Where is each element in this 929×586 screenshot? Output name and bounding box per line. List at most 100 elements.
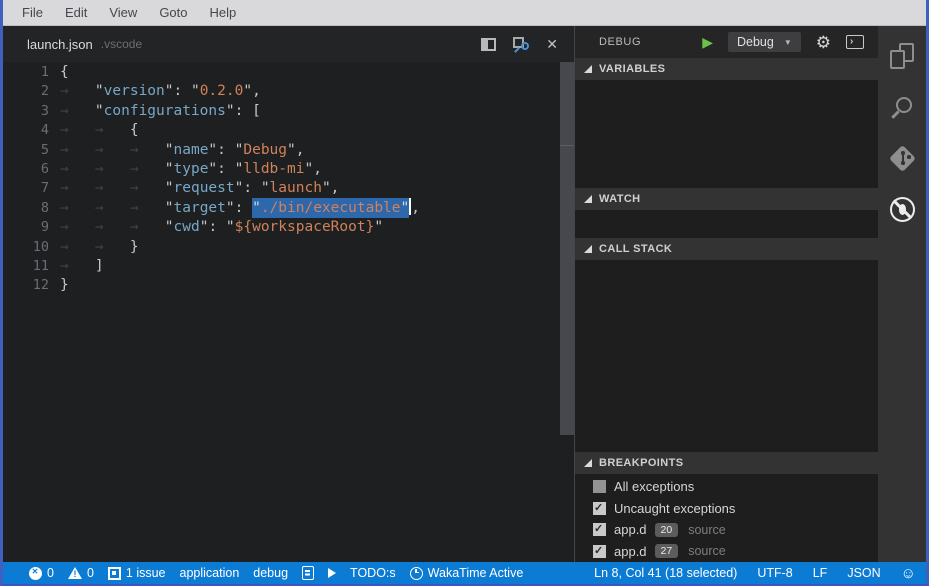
breakpoint-label: All exceptions (614, 479, 694, 494)
todo-status[interactable]: TODO:s (350, 566, 396, 580)
editor-column: launch.json .vscode ✕ 1{2→ "version": "0… (3, 26, 574, 562)
status-right: Ln 8, Col 41 (18 selected) UTF-8 LF JSON… (594, 566, 916, 581)
code-line[interactable]: 4→ → { (3, 121, 574, 140)
warning-count[interactable]: 0 (68, 566, 94, 580)
code-line[interactable]: 3→ "configurations": [ (3, 102, 574, 121)
watch-content[interactable] (575, 210, 878, 238)
section-breakpoints[interactable]: BREAKPOINTS (575, 452, 878, 474)
main-area: launch.json .vscode ✕ 1{2→ "version": "0… (3, 26, 926, 562)
tab-folder-hint: .vscode (101, 37, 142, 51)
breakpoint-row[interactable]: app.d 27 source (575, 541, 878, 563)
debug-status[interactable]: debug (253, 566, 288, 580)
section-breakpoints-label: BREAKPOINTS (599, 457, 683, 469)
code-line[interactable]: 6→ → → "type": "lldb-mi", (3, 160, 574, 179)
line-number-badge: 27 (655, 544, 679, 558)
line-number: 3 (3, 102, 49, 121)
code-line[interactable]: 1{ (3, 63, 574, 82)
debug-console-icon[interactable]: › (846, 35, 864, 49)
code-line[interactable]: 11→ ] (3, 257, 574, 276)
preview-icon[interactable] (513, 37, 529, 52)
code-line[interactable]: 9→ → → "cwd": "${workspaceRoot}" (3, 218, 574, 237)
code-line[interactable]: 2→ "version": "0.2.0", (3, 82, 574, 101)
language-mode[interactable]: JSON (847, 566, 880, 580)
line-number: 2 (3, 82, 49, 101)
split-editor-icon[interactable] (481, 38, 496, 51)
cursor-position[interactable]: Ln 8, Col 41 (18 selected) (594, 566, 737, 580)
status-left: 0 0 1 issue application debug TODO:s Wak… (29, 566, 523, 580)
status-bar: 0 0 1 issue application debug TODO:s Wak… (3, 562, 926, 584)
code-line[interactable]: 7→ → → "request": "launch", (3, 179, 574, 198)
menu-edit[interactable]: Edit (54, 5, 98, 20)
section-call-stack[interactable]: CALL STACK (575, 238, 878, 260)
run-icon[interactable] (328, 568, 336, 578)
wakatime-label: WakaTime Active (428, 566, 524, 580)
menu-help[interactable]: Help (199, 5, 248, 20)
variables-content[interactable] (575, 80, 878, 188)
breakpoint-source: source (688, 544, 726, 558)
error-icon (29, 567, 42, 580)
issues-status[interactable]: 1 issue (108, 566, 166, 580)
code-line[interactable]: 8→ → → "target": "./bin/executable", (3, 199, 574, 218)
twistie-icon (584, 459, 592, 467)
error-count-label: 0 (47, 566, 54, 580)
breakpoint-row[interactable]: app.d20source (575, 519, 878, 541)
search-icon[interactable] (889, 94, 915, 120)
application-status[interactable]: application (180, 566, 240, 580)
git-icon[interactable] (889, 145, 915, 171)
encoding-indicator[interactable]: UTF-8 (757, 566, 792, 580)
scrollbar-thumb[interactable] (560, 62, 574, 435)
twistie-icon (584, 65, 592, 73)
warning-icon (68, 567, 82, 579)
eol-indicator[interactable]: LF (813, 566, 828, 580)
breakpoint-label: Uncaught exceptions (614, 501, 735, 516)
editor-titlebar: launch.json .vscode ✕ (3, 26, 574, 62)
breakpoint-row[interactable]: Uncaught exceptions (575, 498, 878, 520)
code-line[interactable]: 12} (3, 276, 574, 295)
code-area[interactable]: 1{2→ "version": "0.2.0",3→ "configuratio… (3, 62, 574, 296)
breakpoint-row[interactable]: All exceptions (575, 476, 878, 498)
error-count[interactable]: 0 (29, 566, 54, 580)
debug-config-dropdown[interactable]: Debug ▼ (728, 32, 801, 52)
menu-goto[interactable]: Goto (148, 5, 198, 20)
line-number: 1 (3, 63, 49, 82)
editor-body[interactable]: 1{2→ "version": "0.2.0",3→ "configuratio… (3, 62, 574, 562)
notebook-icon[interactable] (302, 566, 314, 580)
debug-sidebar: DEBUG ▶ Debug ▼ ⚙ › VARIABLES WATCH (574, 26, 878, 562)
code-line[interactable]: 5→ → → "name": "Debug", (3, 141, 574, 160)
editor-scrollbar[interactable] (559, 62, 574, 562)
breakpoint-source: source (688, 523, 726, 537)
checkbox-checked[interactable] (593, 523, 606, 536)
menu-file[interactable]: File (11, 5, 54, 20)
tab-title[interactable]: launch.json (27, 37, 93, 52)
twistie-icon (584, 195, 592, 203)
start-debug-icon[interactable]: ▶ (702, 35, 713, 49)
title-actions: ✕ (481, 37, 564, 52)
wakatime-status[interactable]: WakaTime Active (410, 566, 524, 580)
clock-icon (410, 567, 423, 580)
explorer-icon[interactable] (889, 43, 915, 69)
close-icon[interactable]: ✕ (546, 37, 558, 51)
warning-count-label: 0 (87, 566, 94, 580)
line-content: → → → "name": "Debug", (49, 141, 304, 160)
breakpoints-content: All exceptions Uncaught exceptions app.d20… (575, 474, 878, 562)
menu-view[interactable]: View (98, 5, 148, 20)
line-content: { (49, 63, 69, 82)
line-content: → → → "type": "lldb-mi", (49, 160, 322, 179)
section-variables[interactable]: VARIABLES (575, 58, 878, 80)
line-number: 9 (3, 218, 49, 237)
feedback-smiley-icon[interactable]: ☺ (901, 566, 916, 581)
line-content: → → { (49, 121, 139, 140)
issues-label: 1 issue (126, 566, 166, 580)
checkbox-unchecked[interactable] (593, 480, 606, 493)
debug-icon[interactable] (889, 196, 915, 222)
gear-icon[interactable]: ⚙ (816, 34, 831, 51)
checkbox-checked[interactable] (593, 545, 606, 558)
line-number: 11 (3, 257, 49, 276)
checkbox-checked[interactable] (593, 502, 606, 515)
debug-toolbar: DEBUG ▶ Debug ▼ ⚙ › (575, 26, 878, 58)
section-watch[interactable]: WATCH (575, 188, 878, 210)
breakpoint-label: app.d (614, 544, 647, 559)
call-stack-content[interactable] (575, 260, 878, 452)
code-line[interactable]: 10→ → } (3, 238, 574, 257)
line-number: 5 (3, 141, 49, 160)
